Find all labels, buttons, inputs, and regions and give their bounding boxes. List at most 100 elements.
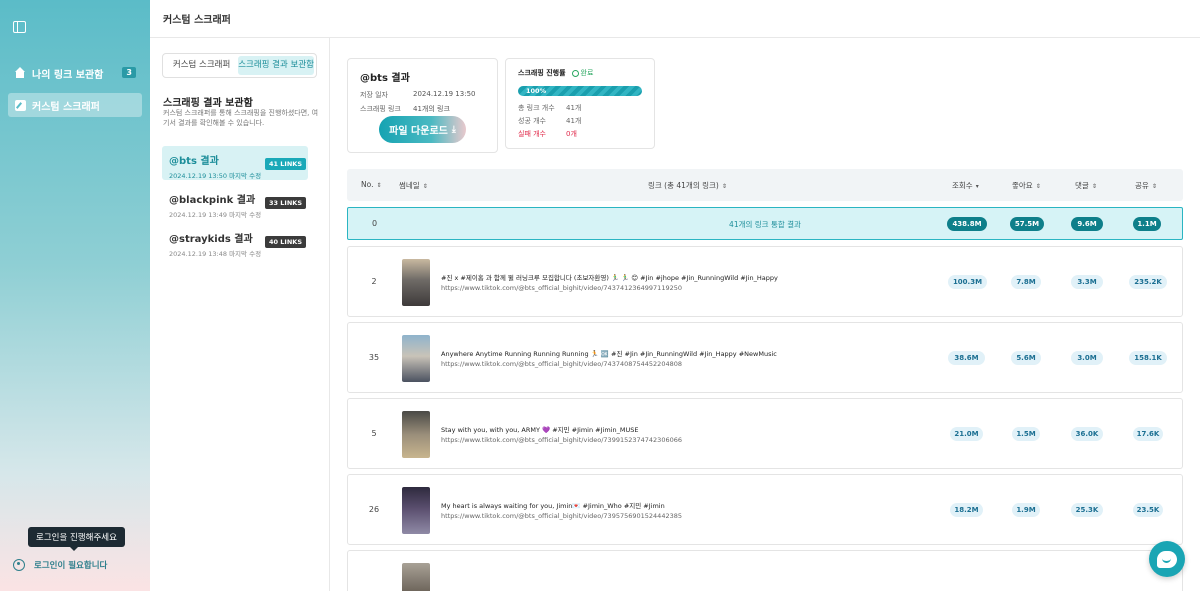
sidebar-item-my-links[interactable]: 나의 링크 보관함 3 [8,61,142,85]
download-button[interactable]: 파일 다운로드 ⤓ [379,116,466,143]
user-icon [13,559,25,571]
table-row[interactable]: 35 Anywhere Anytime Running Running Runn… [347,322,1183,393]
main-content: @bts 결과 저장 일자 2024.12.19 13:50 스크래핑 링크 4… [330,38,1200,591]
status-label: 완료 [580,69,594,77]
comments-pill: 3.3M [1071,275,1103,289]
page-header: 커스텀 스크래퍼 [150,0,1200,38]
sidebar-item-label: 나의 링크 보관함 [32,69,104,81]
video-link[interactable]: https://www.tiktok.com/@bts_official_big… [441,360,682,368]
result-card-blackpink[interactable]: @blackpink 결과 2024.12.19 13:49 마지막 수정 33… [162,185,308,219]
likes-pill: 7.8M [1011,275,1041,289]
login-tooltip: 로그인을 진행해주세요 [28,527,125,551]
shares-pill: 158.1K [1129,351,1167,365]
success-count-label: 성공 개수 [518,117,546,125]
column-no[interactable]: No. ⇕ [361,180,381,189]
chat-support-button[interactable] [1149,541,1185,577]
column-likes[interactable]: 좋아요 ⇕ [1012,180,1041,191]
result-card-straykids[interactable]: @straykids 결과 2024.12.19 13:48 마지막 수정 40… [162,224,308,258]
comments-pill: 36.0K [1071,427,1103,441]
tab-results-archive[interactable]: 스크래핑 결과 보관함 [238,56,314,75]
login-button[interactable]: 로그인이 필요합니다 [13,559,107,571]
login-label: 로그인이 필요합니다 [34,561,108,571]
comments-pill: 3.0M [1071,351,1103,365]
progress-percent: 100% [526,87,547,95]
download-icon: ⤓ [451,124,456,135]
likes-pill: 1.5M [1012,427,1040,441]
row-number: 26 [368,505,380,514]
result-date: 2024.12.19 13:48 마지막 수정 [169,250,262,258]
result-date: 2024.12.19 13:50 마지막 수정 [169,172,262,180]
video-thumbnail[interactable] [402,563,430,591]
video-caption: My heart is always waiting for you, Jimi… [441,502,665,510]
table-row[interactable]: 2 #진 x #제이홉 과 함께 뛸 러닝크루 모집합니다 (초보자환영) 🏃‍… [347,246,1183,317]
sidebar-item-label: 커스텀 스크래퍼 [32,101,100,113]
total-links-value: 41개 [566,104,582,112]
video-thumbnail[interactable] [402,411,430,458]
result-date: 2024.12.19 13:49 마지막 수정 [169,211,262,219]
sort-icon: ⇕ [376,182,382,189]
column-comments[interactable]: 댓글 ⇕ [1075,180,1097,191]
likes-pill: 1.9M [1012,503,1040,517]
links-badge: 33 LINKS [264,197,306,209]
video-thumbnail[interactable] [402,259,430,306]
table-row[interactable] [347,550,1183,591]
column-label: No. [361,180,374,189]
row-number: 5 [371,429,377,438]
views-pill: 18.2M [950,503,983,517]
video-link[interactable]: https://www.tiktok.com/@bts_official_big… [441,512,682,520]
shares-pill: 23.5K [1133,503,1163,517]
table-header: No. ⇕ 썸네일 ⇕ 링크 (총 41개의 링크) ⇕ 조회수 ▾ 좋아요 ⇕ 댓글 ⇕ … [347,169,1183,201]
video-link[interactable]: https://www.tiktok.com/@bts_official_big… [441,436,682,444]
summary-title: @bts 결과 [360,73,410,84]
result-card-bts[interactable]: @bts 결과 2024.12.19 13:50 마지막 수정 41 LINKS [162,146,308,180]
links-badge: 41 LINKS [264,158,306,170]
column-link[interactable]: 링크 (총 41개의 링크) ⇕ [648,180,727,191]
table-row[interactable]: 5 Stay with you, with you, ARMY 💜 #지민 #J… [347,398,1183,469]
links-badge: 40 LINKS [264,236,306,248]
column-shares[interactable]: 공유 ⇕ [1135,180,1157,191]
video-link[interactable]: https://www.tiktok.com/@bts_official_big… [441,284,682,292]
results-panel: 커스텀 스크래퍼 스크래핑 결과 보관함 스크래핑 결과 보관함 커스텀 스크래… [150,38,330,591]
download-label: 파일 다운로드 [389,126,448,137]
sidebar-item-custom-scraper[interactable]: 커스텀 스크래퍼 [8,93,142,117]
progress-bar: 100% [518,86,642,96]
sort-down-icon: ▾ [975,183,979,190]
pencil-icon [14,99,26,111]
row-number: 2 [371,277,377,286]
column-label: 공유 [1135,181,1149,190]
sort-icon: ⇕ [1091,183,1097,190]
views-pill: 21.0M [950,427,983,441]
sort-icon: ⇕ [1151,183,1157,190]
video-thumbnail[interactable] [402,487,430,534]
comments-pill: 25.3K [1071,503,1103,517]
video-caption: #진 x #제이홉 과 함께 뛸 러닝크루 모집합니다 (초보자환영) 🏃‍♂️… [441,274,778,282]
saved-date-label: 저장 일자 [360,91,388,99]
total-row[interactable]: 0 41개의 링크 통합 결과 438.8M 57.5M 9.6M 1.1M [347,207,1183,240]
table-row[interactable]: 26 My heart is always waiting for you, J… [347,474,1183,545]
shares-pill: 235.2K [1129,275,1167,289]
column-thumbnail[interactable]: 썸네일 ⇕ [399,180,428,191]
views-pill: 100.3M [948,275,987,289]
success-count-value: 41개 [566,117,582,125]
shares-pill: 17.6K [1133,427,1163,441]
comments-pill: 9.6M [1071,217,1103,231]
page-title: 커스텀 스크래퍼 [163,15,231,26]
scraped-links-label: 스크래핑 링크 [360,105,401,113]
views-pill: 438.8M [947,217,987,231]
house-icon [14,67,26,79]
fail-count-label: 실패 개수 [518,130,546,138]
tab-custom-scraper[interactable]: 커스텀 스크래퍼 [165,56,238,75]
column-label: 조회수 [952,181,973,190]
column-views[interactable]: 조회수 ▾ [952,180,979,191]
sidebar-toggle-icon[interactable] [13,21,26,33]
sidebar: 나의 링크 보관함 3 커스텀 스크래퍼 로그인을 진행해주세요 로그인이 필요… [0,0,150,591]
chat-icon [1157,550,1177,568]
column-label: 링크 (총 41개의 링크) [648,181,719,190]
scraped-links-value: 41개의 링크 [413,105,450,113]
likes-pill: 57.5M [1010,217,1044,231]
video-thumbnail[interactable] [402,335,430,382]
panel-description: 커스텀 스크래퍼를 통해 스크래핑을 진행하셨다면, 여기서 결과를 확인해볼 … [163,109,319,127]
sort-icon: ⇕ [1035,183,1041,190]
progress-title: 스크래핑 진행률 [518,69,566,77]
check-circle-icon [571,69,579,77]
